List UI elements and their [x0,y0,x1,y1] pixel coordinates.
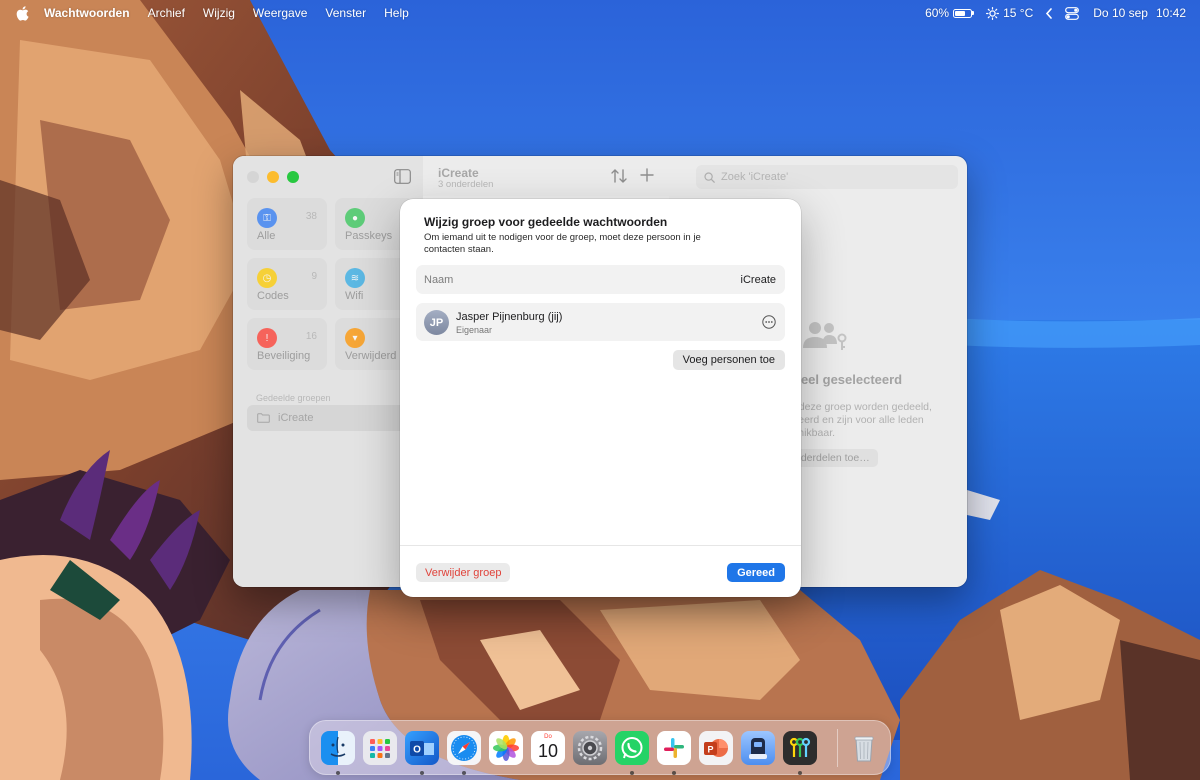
menu-venster[interactable]: Venster [325,6,366,20]
sort-icon[interactable] [610,167,628,185]
window-controls [247,171,299,183]
system-settings-icon[interactable] [573,731,607,765]
sidebar-item-icreate[interactable]: iCreate [247,405,423,431]
tile-label: Passkeys [345,230,393,242]
launchpad-icon[interactable] [363,731,397,765]
group-name-field[interactable]: Naam iCreate [416,265,785,294]
sheet-divider [400,545,801,546]
running-indicator [630,771,634,775]
sheet-title: Wijzig groep voor gedeelde wachtwoorden [424,215,668,229]
control-center-icon[interactable] [1065,6,1080,20]
battery-status[interactable]: 60% [925,6,975,20]
more-options-icon[interactable] [762,315,776,329]
finder-icon[interactable] [321,731,355,765]
menu-archief[interactable]: Archief [148,6,185,20]
trash-icon: ▾ [345,328,365,348]
wifi-icon: ≋ [345,268,365,288]
detail-empty-text: t deze groep worden gedeeld, seerd en zi… [793,401,932,439]
sheet-description: Om iemand uit te nodigen voor de groep, … [424,232,701,255]
person-key-icon: ● [345,208,365,228]
shared-groups-heading: Gedeelde groepen [256,393,331,403]
key-icon: ⚿ [257,208,277,228]
menu-wijzig[interactable]: Wijzig [203,6,235,20]
running-indicator [672,771,676,775]
add-people-button[interactable]: Voeg personen toe [672,350,785,370]
running-indicator [462,771,466,775]
tile-label: Alle [257,230,276,242]
folder-icon [257,413,270,423]
battery-icon [953,8,973,18]
lock-clock-icon: ◷ [257,268,277,288]
trash-bin-icon[interactable] [847,731,881,765]
dock: O Do 10 P [309,720,891,775]
member-role: Eigenaar [456,325,493,335]
category-beveiliging[interactable]: ! 16 Beveiliging [247,318,327,370]
svg-text:P: P [707,745,713,755]
clock-time[interactable]: 10:42 [1156,6,1186,20]
passwords-icon[interactable] [783,731,817,765]
calendar-date: 10 [537,741,559,761]
tile-label: Verwijderd [345,350,397,362]
slack-icon[interactable] [657,731,691,765]
chevron-left-icon[interactable] [1045,7,1053,19]
exclamation-icon: ! [257,328,277,348]
search-placeholder: Zoek 'iCreate' [721,171,789,183]
avatar: JP [424,310,449,335]
menu-app-name[interactable]: Wachtwoorden [44,6,130,20]
group-name-value[interactable]: iCreate [741,274,776,286]
dock-separator [837,729,838,767]
detail-empty-title: deel geselecteerd [793,372,903,387]
tile-label: Wifi [345,290,364,302]
powerpoint-icon[interactable]: P [699,731,733,765]
window-toolbar: iCreate 3 onderdelen Zoek 'iCreate' [423,156,967,196]
category-alle[interactable]: ⚿ 38 Alle [247,198,327,250]
minimize-window-button[interactable] [267,171,279,183]
remote-icon[interactable] [741,731,775,765]
running-indicator [798,771,802,775]
whatsapp-icon[interactable] [615,731,649,765]
close-window-button[interactable] [247,171,259,183]
add-items-button[interactable]: nderdelen toe… [789,449,878,467]
tile-count: 16 [305,331,317,342]
battery-percent: 60% [925,6,950,20]
category-tiles: ⚿ 38 Alle ● Passkeys ◷ 9 Codes ≋ Wifi ! [247,198,423,370]
shared-group-icon [803,322,847,350]
menu-weergave[interactable]: Weergave [253,6,307,20]
search-field[interactable]: Zoek 'iCreate' [696,165,958,189]
running-indicator [420,771,424,775]
group-name-label: Naam [424,273,454,286]
sidebar: ⚿ 38 Alle ● Passkeys ◷ 9 Codes ≋ Wifi ! [233,156,423,587]
tile-label: Beveiliging [257,350,311,362]
list-subtitle: 3 onderdelen [438,179,494,190]
sidebar-toggle-icon[interactable] [394,169,411,184]
zoom-window-button[interactable] [287,171,299,183]
plus-icon[interactable] [640,168,654,182]
calendar-day-label: Do [544,734,552,740]
safari-icon[interactable] [447,731,481,765]
menu-help[interactable]: Help [384,6,409,20]
tile-count: 9 [311,271,317,282]
weather-temp: 15 °C [1003,6,1034,20]
clock-date[interactable]: Do 10 sep [1093,6,1148,20]
edit-shared-group-sheet: Wijzig groep voor gedeelde wachtwoorden … [400,199,801,597]
done-button[interactable]: Gereed [727,563,785,582]
sidebar-item-label: iCreate [278,412,314,424]
menu-bar: Wachtwoorden Archief Wijzig Weergave Ven… [0,0,1200,26]
member-row[interactable]: JP Jasper Pijnenburg (jij) Eigenaar [416,303,785,341]
photos-icon[interactable] [489,731,523,765]
svg-text:O: O [413,745,421,756]
running-indicator [336,771,340,775]
delete-group-button[interactable]: Verwijder groep [416,563,511,582]
apple-menu-icon[interactable] [16,5,30,21]
search-icon [704,171,715,183]
tile-count: 38 [305,211,317,222]
category-codes[interactable]: ◷ 9 Codes [247,258,327,310]
tile-label: Codes [257,290,289,302]
calendar-icon[interactable]: Do 10 [531,731,565,765]
list-title: iCreate [438,166,479,180]
weather-status[interactable]: 15 °C [986,6,1033,20]
sun-icon [986,6,1000,20]
member-name: Jasper Pijnenburg (jij) [456,311,563,323]
outlook-icon[interactable]: O [405,731,439,765]
